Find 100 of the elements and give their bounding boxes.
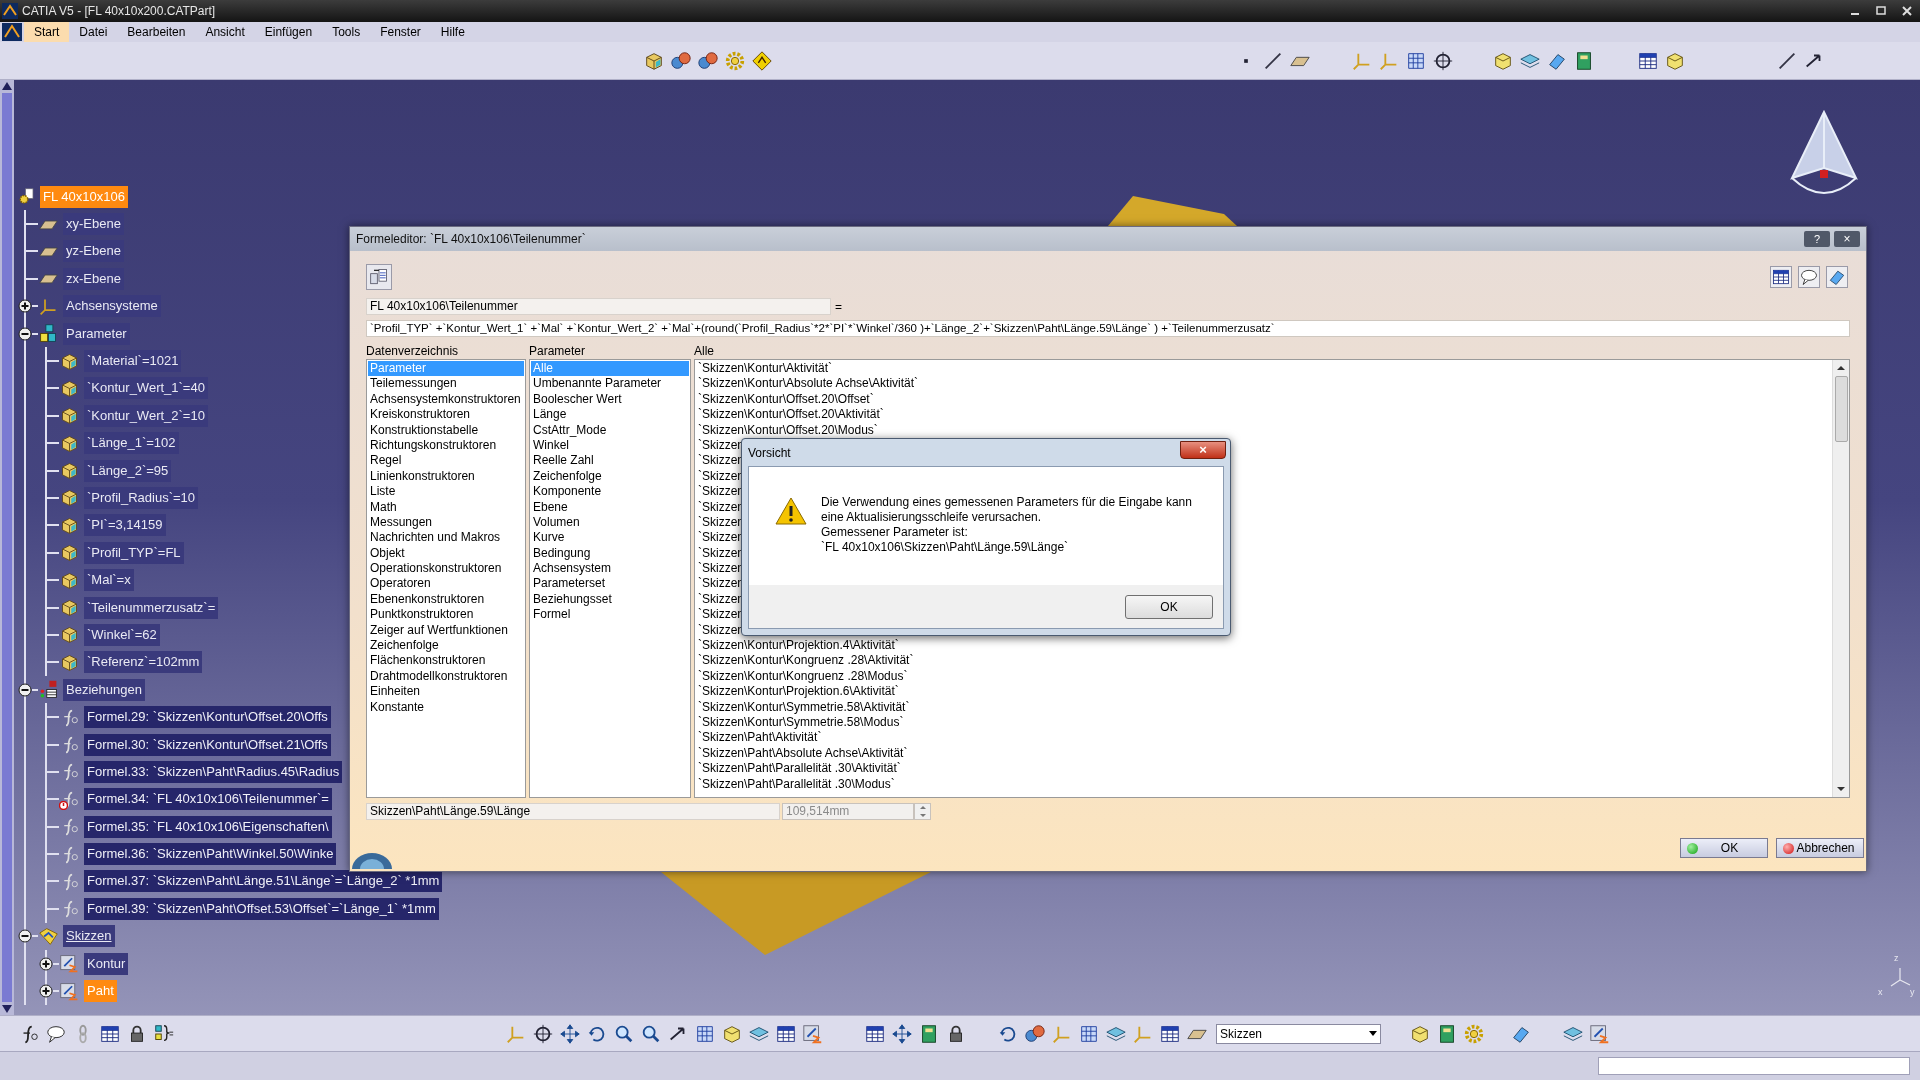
list-item[interactable]: `Skizzen\Kontur\Symmetrie.58\Aktivität` [698, 699, 910, 714]
help-button[interactable]: ? [1804, 231, 1830, 247]
plus-icon[interactable] [39, 956, 53, 971]
tree-item[interactable]: Achsensysteme [63, 295, 161, 318]
tree-item[interactable]: `Profil_TYP`=FL [84, 541, 184, 564]
parameter-name-field[interactable]: FL 40x10x106\Teilenummer [366, 298, 831, 315]
spheres-icon[interactable] [1024, 1022, 1046, 1045]
tree-item[interactable]: Parameter [63, 322, 130, 345]
gear-icon[interactable] [724, 49, 746, 72]
list-item[interactable]: CstAttr_Mode [531, 422, 689, 438]
list-item[interactable]: Konstruktionstabelle [368, 422, 524, 438]
menu-item[interactable]: Start [24, 22, 70, 42]
tree-item[interactable]: yz-Ebene [63, 240, 124, 263]
list-item[interactable]: Winkel [531, 437, 689, 454]
menu-item[interactable]: Tools [322, 22, 371, 42]
list-item[interactable]: Beziehungsset [531, 591, 689, 608]
speech-bubble-icon[interactable] [1798, 266, 1820, 288]
tree-item[interactable]: `Material`=1021 [84, 350, 182, 373]
list-item[interactable]: `Skizzen\Kontur\Projektion.6\Aktivität` [698, 684, 899, 699]
tree-item[interactable]: `Mal`=x [84, 569, 134, 592]
workbench-dropdown[interactable]: Skizzen [1216, 1023, 1381, 1044]
list-item[interactable]: Kurve [531, 530, 689, 546]
measured-parameter-field[interactable]: Skizzen\Paht\Länge.59\Länge [366, 803, 780, 820]
target-icon[interactable] [532, 1022, 554, 1045]
tree-item[interactable]: Formel.36: `Skizzen\Paht\Winkel.50\Winke [84, 843, 337, 866]
tree-item[interactable]: Formel.35: `FL 40x10x106\Eigenschaften\ [84, 815, 332, 838]
tree-item[interactable]: Formel.34: `FL 40x10x106\Teilenummer`= [84, 788, 332, 811]
list-item[interactable]: Zeichenfolge [368, 638, 524, 654]
list-item[interactable]: `Skizzen\Paht\Parallelität .30\Aktivität` [698, 761, 901, 776]
list-item[interactable]: `Skizzen\Kontur\Offset.20\Aktivität` [698, 407, 884, 422]
list-item[interactable]: `Skizzen\Kontur\Kongruenz .28\Aktivität` [698, 653, 914, 668]
eraser-icon[interactable] [1826, 266, 1848, 288]
tree-item[interactable]: Formel.37: `Skizzen\Paht\Länge.51\Länge`=`Länge_2` *1mm [84, 870, 443, 893]
list-item[interactable]: `Skizzen\Paht\Absolute Achse\Aktivität` [698, 745, 908, 760]
menu-item[interactable]: Einfügen [254, 22, 323, 42]
spheres-icon[interactable] [670, 49, 692, 72]
list-item[interactable]: Drahtmodellkonstruktoren [368, 668, 524, 685]
tree-item[interactable]: Formel.33: `Skizzen\Paht\Radius.45\Radius [84, 760, 343, 783]
tree-item[interactable]: `Länge_2`=95 [84, 459, 172, 482]
list-item[interactable]: Zeichenfolge [531, 468, 689, 485]
dialog-button[interactable]: OK [1680, 838, 1768, 858]
list-item[interactable]: Ebene [531, 499, 689, 515]
tree-item[interactable]: Kontur [84, 952, 129, 975]
formula-input-field[interactable]: `Profil_TYP` +`Kontur_Wert_1` +`Mal` +`Kontur_Wert_2` +`Mal`+(round(`Profil_Radius`*2*`PI`*`Winkel`/360 )+`Länge_2`+`Skizzen\Paht\Länge.59\Länge` ) +`Teilenummerzusatz` [366, 320, 1850, 337]
tree-item[interactable]: `Winkel`=62 [84, 623, 160, 646]
list-item[interactable]: Konstante [368, 699, 524, 715]
gear-icon[interactable] [1463, 1022, 1485, 1045]
list-item[interactable]: Operationskonstruktoren [368, 561, 524, 577]
target-icon[interactable] [1432, 49, 1454, 72]
list-item[interactable]: Objekt [368, 545, 524, 562]
list-item[interactable]: `Skizzen\Kontur\Offset.20\Offset` [698, 391, 874, 406]
menu-item[interactable]: Datei [69, 22, 118, 42]
menu-item[interactable]: Hilfe [430, 22, 475, 42]
scrollbar[interactable] [0, 80, 14, 1015]
list-item[interactable]: Teilemessungen [368, 376, 524, 392]
list-item[interactable]: Boolescher Wert [531, 391, 689, 408]
list-item[interactable]: Komponente [531, 484, 689, 500]
table-icon[interactable] [1770, 266, 1792, 288]
tree-item[interactable]: zx-Ebene [63, 267, 124, 290]
list-item[interactable]: Richtungskonstruktoren [368, 437, 524, 454]
list-item[interactable]: Einheiten [368, 684, 524, 700]
list-item[interactable]: `Skizzen\Paht\Aktivität` [698, 730, 822, 745]
list-item[interactable]: `Skizzen\Kontur\Projektion.4\Aktivität` [698, 638, 899, 653]
list-item[interactable]: Messungen [368, 514, 524, 531]
list-item[interactable]: Ebenenkonstruktoren [368, 591, 524, 608]
dialog-button[interactable]: Abbrechen [1776, 838, 1864, 858]
list-item[interactable]: Umbenannte Parameter [531, 376, 689, 392]
tree-item[interactable]: `Länge_1`=102 [84, 432, 179, 455]
tree-item[interactable]: `Referenz`=102mm [84, 651, 203, 674]
menu-item[interactable]: Ansicht [195, 22, 255, 42]
spinner[interactable] [914, 803, 931, 820]
list-item[interactable]: `Skizzen\Kontur\Absolute Achse\Aktivität` [698, 376, 919, 391]
tree-item[interactable]: `Profil_Radius`=10 [84, 487, 199, 509]
list-item[interactable]: Achsensystem [531, 561, 689, 577]
tree-item[interactable]: xy-Ebene [63, 213, 124, 236]
list-item[interactable]: Nachrichten und Makros [368, 530, 524, 546]
list-item[interactable]: Operatoren [368, 576, 524, 592]
app-logo-icon[interactable] [2, 23, 22, 41]
list-item[interactable]: `Skizzen\Kontur\Kongruenz .28\Modus` [698, 668, 908, 683]
close-button[interactable]: × [1834, 231, 1860, 247]
minus-icon[interactable] [18, 326, 32, 341]
list-item[interactable]: Math [368, 499, 524, 515]
plus-icon[interactable] [18, 299, 32, 314]
list-item[interactable]: `Skizzen\Kontur\Symmetrie.58\Modus` [698, 715, 904, 729]
list-item[interactable]: Länge [531, 407, 689, 423]
tree-item[interactable]: Beziehungen [63, 678, 145, 701]
list-item[interactable]: Reelle Zahl [531, 453, 689, 469]
list-item[interactable]: Punktkonstruktoren [368, 607, 524, 623]
menu-item[interactable]: Bearbeiten [117, 22, 196, 42]
tree-item[interactable]: Formel.39: `Skizzen\Paht\Offset.53\Offset`=`Länge_1` *1mm [84, 897, 439, 920]
minus-icon[interactable] [18, 682, 32, 697]
tree-item[interactable]: Skizzen [63, 925, 115, 948]
sketch-icon[interactable] [1589, 1022, 1611, 1045]
tree-selection-button[interactable] [366, 264, 392, 290]
tree-item[interactable]: `Kontur_Wert_1`=40 [84, 377, 208, 400]
list-item[interactable]: Formel [531, 607, 689, 623]
list-item[interactable]: Kreiskonstruktoren [368, 407, 524, 423]
menu-item[interactable]: Fenster [370, 22, 431, 42]
spheres-icon[interactable] [697, 49, 719, 72]
ok-button[interactable]: OK [1125, 594, 1213, 619]
